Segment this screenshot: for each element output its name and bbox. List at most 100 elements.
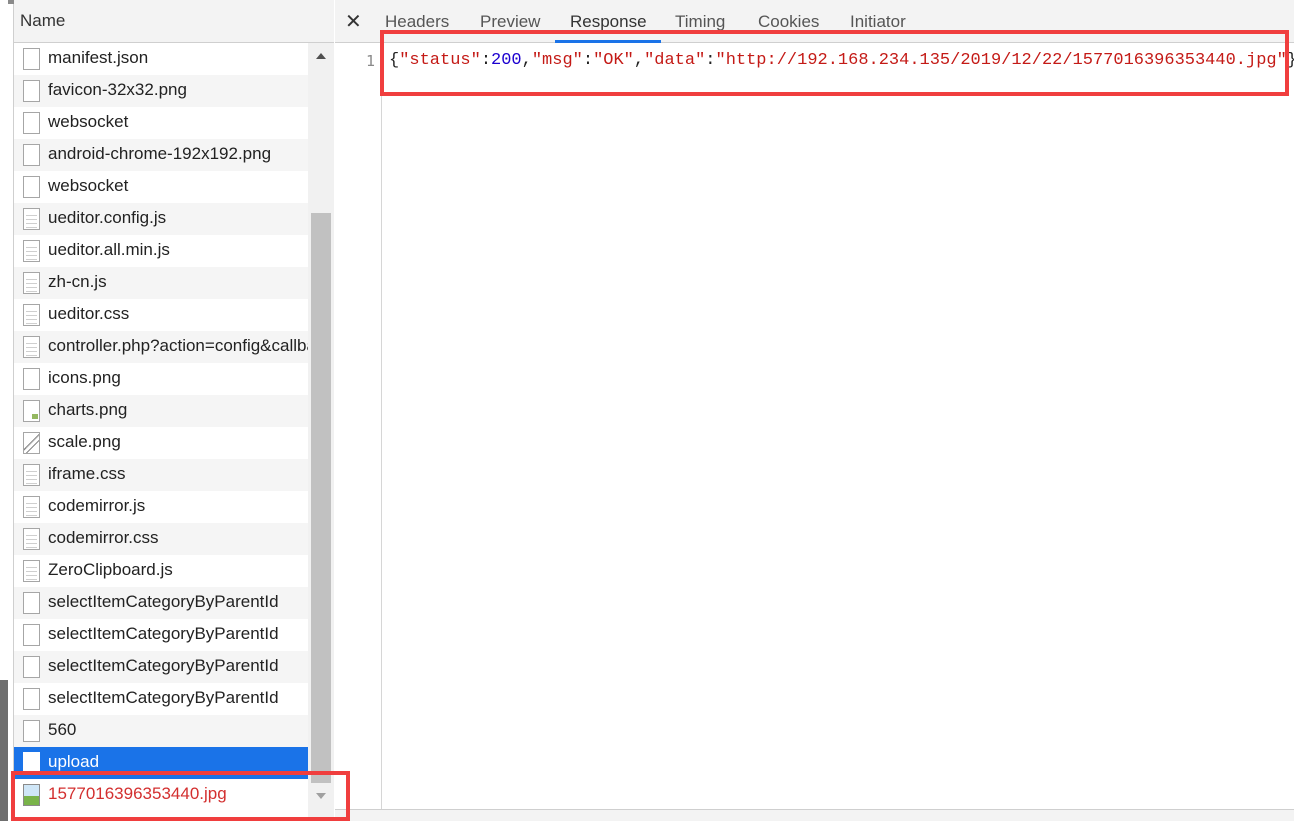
request-row[interactable]: favicon-32x32.png <box>14 75 308 107</box>
blank-file-icon <box>23 48 40 70</box>
request-row[interactable]: selectItemCategoryByParentId <box>14 683 308 715</box>
image-file-icon <box>23 368 40 390</box>
request-name: ueditor.config.js <box>48 208 167 227</box>
scroll-down-arrow-icon[interactable] <box>316 793 326 799</box>
request-name: 560 <box>48 720 77 739</box>
script-file-icon <box>23 208 40 230</box>
blank-file-icon <box>23 752 40 774</box>
json-token: : <box>705 51 716 70</box>
blank-file-icon <box>23 112 40 134</box>
tab-initiator[interactable]: Initiator <box>850 12 906 32</box>
request-name: controller.php?action=config&callback <box>48 336 308 355</box>
request-name: selectItemCategoryByParentId <box>48 592 279 611</box>
stylesheet-file-icon <box>23 464 40 486</box>
gutter-dark-strip <box>0 680 8 821</box>
request-row[interactable]: ZeroClipboard.js <box>14 555 308 587</box>
tab-cookies[interactable]: Cookies <box>758 12 819 32</box>
request-name: favicon-32x32.png <box>48 80 187 99</box>
tab-preview[interactable]: Preview <box>480 12 540 32</box>
blank-file-icon <box>23 688 40 710</box>
response-json-line[interactable]: {"status":200,"msg":"OK","data":"http://… <box>389 51 1294 70</box>
image-file-icon <box>23 432 40 454</box>
json-token: : <box>582 51 594 70</box>
blank-file-icon <box>23 176 40 198</box>
request-row[interactable]: scale.png <box>14 427 308 459</box>
request-row[interactable]: android-chrome-192x192.png <box>14 139 308 171</box>
scroll-up-arrow-icon[interactable] <box>316 53 326 59</box>
request-name: manifest.json <box>48 48 149 67</box>
request-name: android-chrome-192x192.png <box>48 144 272 163</box>
name-column-header[interactable]: Name <box>14 0 334 43</box>
script-file-icon <box>23 240 40 262</box>
tab-response[interactable]: Response <box>570 12 647 32</box>
blank-file-icon <box>23 624 40 646</box>
request-row[interactable]: 560 <box>14 715 308 747</box>
line-number-gutter: 1 <box>335 43 382 809</box>
line-number: 1 <box>365 52 375 70</box>
stylesheet-file-icon <box>23 528 40 550</box>
json-token: "OK" <box>593 51 634 70</box>
request-name: iframe.css <box>48 464 126 483</box>
request-name: ZeroClipboard.js <box>48 560 173 579</box>
request-row[interactable]: selectItemCategoryByParentId <box>14 619 308 651</box>
request-name: selectItemCategoryByParentId <box>48 624 279 643</box>
json-token: : <box>480 51 492 70</box>
request-name: scale.png <box>48 432 121 451</box>
json-token: "status" <box>399 51 481 70</box>
request-row[interactable]: 1577016396353440.jpg <box>14 779 308 811</box>
request-name: websocket <box>48 112 129 131</box>
request-row[interactable]: websocket <box>14 107 308 139</box>
name-column-label: Name <box>20 11 66 30</box>
left-edge-gutter <box>0 0 14 821</box>
response-viewer[interactable]: 1 {"status":200,"msg":"OK","data":"http:… <box>335 43 1294 809</box>
photo-file-icon <box>23 784 40 806</box>
request-name: upload <box>48 752 100 771</box>
request-row[interactable]: ueditor.css <box>14 299 308 331</box>
script-file-icon <box>23 560 40 582</box>
request-name: 1577016396353440.jpg <box>48 784 227 803</box>
blank-file-icon <box>23 720 40 742</box>
script-file-icon <box>23 496 40 518</box>
request-row[interactable]: ueditor.all.min.js <box>14 235 308 267</box>
request-row[interactable]: icons.png <box>14 363 308 395</box>
request-detail-panel: ✕ Headers Preview Response Timing Cookies Ini… <box>335 0 1294 821</box>
request-name: selectItemCategoryByParentId <box>48 656 279 675</box>
request-row[interactable]: upload <box>14 747 308 779</box>
bottom-status-strip <box>335 809 1294 821</box>
json-token: "msg" <box>531 51 583 70</box>
request-row[interactable]: selectItemCategoryByParentId <box>14 651 308 683</box>
json-token: { <box>389 51 400 70</box>
close-icon[interactable]: ✕ <box>345 9 362 34</box>
request-row[interactable]: charts.png <box>14 395 308 427</box>
request-name: ueditor.all.min.js <box>48 240 170 259</box>
json-token: 200 <box>491 51 522 70</box>
request-row[interactable]: codemirror.js <box>14 491 308 523</box>
request-name: selectItemCategoryByParentId <box>48 688 279 707</box>
detail-tab-bar: ✕ Headers Preview Response Timing Cookies Ini… <box>335 0 1294 43</box>
request-row[interactable]: codemirror.css <box>14 523 308 555</box>
script-file-icon <box>23 272 40 294</box>
request-list-scrollbar[interactable] <box>308 43 334 821</box>
request-row[interactable]: iframe.css <box>14 459 308 491</box>
blank-file-icon <box>23 592 40 614</box>
tab-timing[interactable]: Timing <box>675 12 725 32</box>
blank-file-icon <box>23 80 40 102</box>
request-name-panel: Name manifest.json favicon-32x32.png webso… <box>14 0 334 821</box>
request-name: icons.png <box>48 368 121 387</box>
json-token: , <box>633 51 645 70</box>
request-name: websocket <box>48 176 129 195</box>
scrollbar-thumb[interactable] <box>311 213 331 783</box>
tab-headers[interactable]: Headers <box>385 12 449 32</box>
request-row[interactable]: selectItemCategoryByParentId <box>14 587 308 619</box>
request-row[interactable]: zh-cn.js <box>14 267 308 299</box>
request-row[interactable]: controller.php?action=config&callback <box>14 331 308 363</box>
request-row[interactable]: ueditor.config.js <box>14 203 308 235</box>
json-token: "data" <box>644 51 706 70</box>
blank-file-icon <box>23 656 40 678</box>
json-token: , <box>521 51 532 70</box>
blank-file-icon <box>23 144 40 166</box>
request-name: codemirror.js <box>48 496 146 515</box>
request-row[interactable]: websocket <box>14 171 308 203</box>
json-token: } <box>1287 51 1294 70</box>
request-row[interactable]: manifest.json <box>14 43 308 75</box>
